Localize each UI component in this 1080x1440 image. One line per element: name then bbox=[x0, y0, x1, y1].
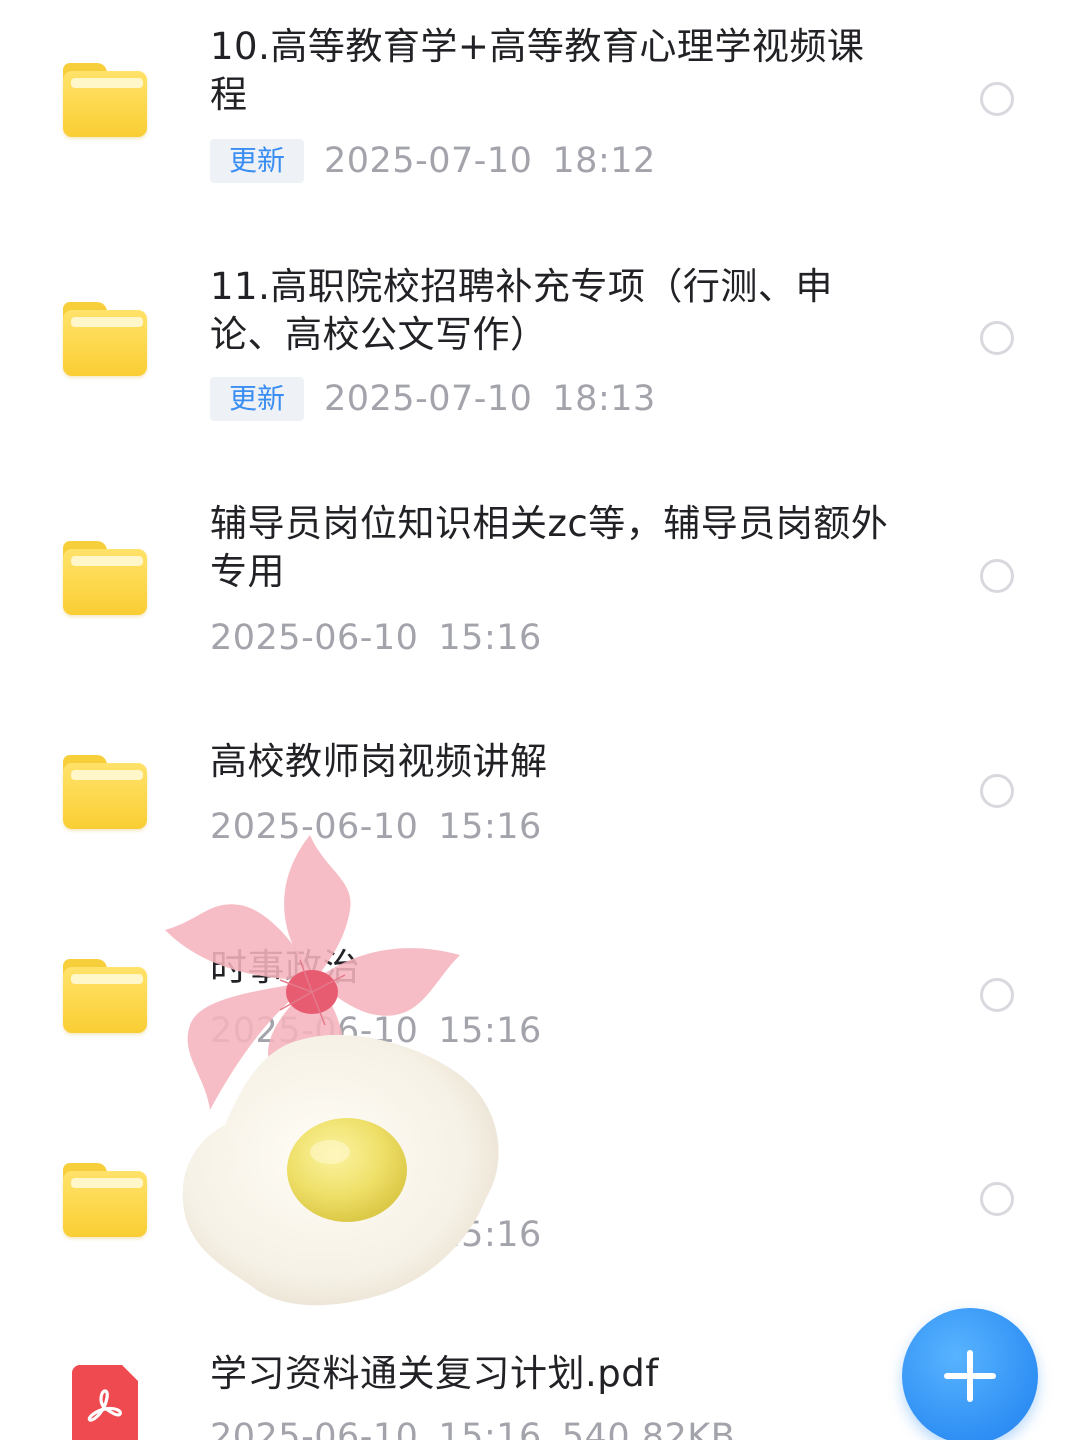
modified-date: 2025-06-10 bbox=[210, 807, 419, 847]
update-badge: 更新 bbox=[210, 377, 304, 421]
modified-time: 15:16 bbox=[438, 618, 542, 658]
file-list: 10.高等教育学+高等教育心理学视频课程 更新 2025-07-10 18:12… bbox=[0, 0, 1080, 1440]
select-radio[interactable] bbox=[980, 559, 1014, 593]
modified-time: 15:16 bbox=[438, 1215, 542, 1255]
file-meta: 2025-06-10 15:16 bbox=[210, 804, 542, 850]
modified-date: 2025-06-10 bbox=[210, 1011, 419, 1051]
file-name: 辅导员岗位知识相关zc等，辅导员岗额外专用 bbox=[210, 502, 889, 593]
list-item[interactable]: 11.高职院校招聘补充专项（行测、申论、高校公文写作） 更新 2025-07-1… bbox=[0, 240, 1080, 460]
modified-time: 15:16 bbox=[438, 1011, 542, 1051]
file-meta: 2025-06-10 15:16 bbox=[210, 615, 542, 661]
modified-time: 18:12 bbox=[552, 141, 656, 181]
modified-date: 2025-06-10 bbox=[210, 1215, 419, 1255]
add-button[interactable] bbox=[902, 1308, 1038, 1440]
file-name: 学习资料通关复习计划.pdf bbox=[210, 1352, 659, 1395]
modified-date: 2025-06-10 bbox=[210, 1417, 419, 1440]
select-radio[interactable] bbox=[980, 321, 1014, 355]
folder-icon bbox=[60, 539, 150, 619]
list-item[interactable]: 时事政治 2025-06-10 15:16 bbox=[0, 920, 1080, 1110]
select-radio[interactable] bbox=[980, 978, 1014, 1012]
list-item[interactable]: 10.高等教育学+高等教育心理学视频课程 更新 2025-07-10 18:12 bbox=[0, 0, 1080, 220]
modified-date: 2025-07-10 bbox=[324, 379, 533, 419]
file-meta: 更新 2025-07-10 18:12 bbox=[210, 138, 656, 184]
select-radio[interactable] bbox=[980, 82, 1014, 116]
select-radio[interactable] bbox=[980, 1182, 1014, 1216]
folder-icon bbox=[60, 61, 150, 141]
file-name: 10.高等教育学+高等教育心理学视频课程 bbox=[210, 25, 865, 116]
list-item[interactable]: 高校教师岗视频讲解 2025-06-10 15:16 bbox=[0, 716, 1080, 906]
select-radio[interactable] bbox=[980, 774, 1014, 808]
modified-time: 18:13 bbox=[552, 379, 656, 419]
update-badge: 更新 bbox=[210, 139, 304, 183]
modified-time: 15:16 bbox=[438, 807, 542, 847]
modified-date: 2025-06-10 bbox=[210, 618, 419, 658]
modified-time: 15:16 bbox=[438, 1417, 542, 1440]
file-name: 高校教师岗视频讲解 bbox=[210, 740, 548, 783]
file-name: 时事政治 bbox=[210, 946, 360, 989]
folder-icon bbox=[60, 1161, 150, 1241]
folder-icon bbox=[60, 957, 150, 1037]
file-meta: 2025-06-10 15:16 bbox=[210, 1008, 542, 1054]
pdf-file-icon bbox=[72, 1365, 138, 1440]
file-meta: 2025-06-10 15:16 540.82KB bbox=[210, 1414, 735, 1440]
file-meta: 2025-06-10 15:16 bbox=[210, 1212, 542, 1258]
plus-icon bbox=[944, 1350, 996, 1402]
file-meta: 更新 2025-07-10 18:13 bbox=[210, 376, 656, 422]
file-name: 11.高职院校招聘补充专项（行测、申论、高校公文写作） bbox=[210, 265, 833, 356]
acrobat-glyph-icon bbox=[87, 1389, 122, 1422]
list-item[interactable]: 2025-06-10 15:16 bbox=[0, 1124, 1080, 1314]
folder-icon bbox=[60, 753, 150, 833]
folder-icon bbox=[60, 300, 150, 380]
modified-date: 2025-07-10 bbox=[324, 141, 533, 181]
file-size: 540.82KB bbox=[561, 1417, 736, 1440]
list-item[interactable]: 辅导员岗位知识相关zc等，辅导员岗额外专用 2025-06-10 15:16 bbox=[0, 478, 1080, 698]
